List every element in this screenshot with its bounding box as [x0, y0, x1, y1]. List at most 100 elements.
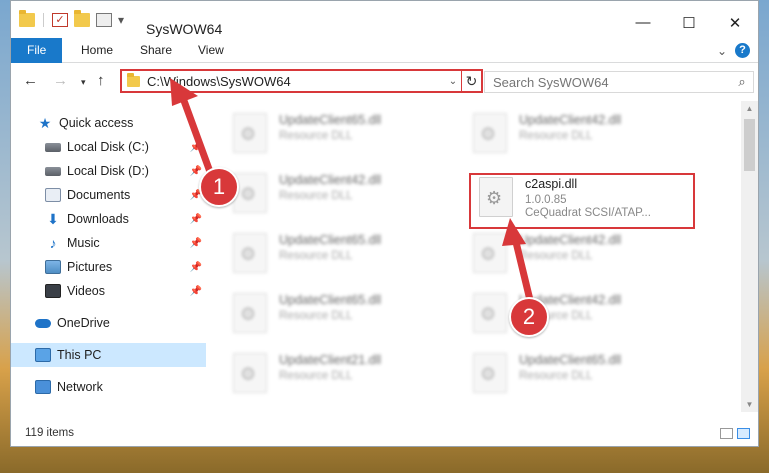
- pin-icon: 📌: [189, 285, 202, 297]
- file-item[interactable]: ⚙ UpdateClient21.dll Resource DLL: [233, 353, 453, 403]
- properties-check-icon[interactable]: ✓: [52, 13, 68, 27]
- dll-file-icon: ⚙: [233, 353, 267, 393]
- refresh-icon[interactable]: ↻: [461, 71, 481, 91]
- folder-icon[interactable]: [19, 10, 35, 27]
- file-type: Resource DLL: [279, 370, 353, 382]
- file-highlight-box: [469, 173, 695, 229]
- tab-share[interactable]: Share: [126, 38, 186, 63]
- file-item[interactable]: ⚙ UpdateClient65.dll Resource DLL: [473, 353, 693, 403]
- address-bar[interactable]: C:\Windows\SysWOW64 ⌄ ↻: [120, 69, 483, 93]
- dll-file-icon: ⚙: [233, 233, 267, 273]
- large-icons-view-icon[interactable]: [737, 428, 750, 439]
- search-box[interactable]: ⌕: [484, 71, 754, 93]
- file-item[interactable]: ⚙ UpdateClient42.dll Resource DLL: [473, 293, 693, 343]
- explorer-window: ✓ ▾ SysWOW64 — ☐ ✕ File Home Share View …: [10, 0, 759, 447]
- sidebar-item-label: Videos: [67, 284, 105, 298]
- sidebar-item-music[interactable]: ♪ Music 📌: [11, 231, 206, 255]
- close-button[interactable]: ✕: [712, 14, 758, 32]
- gear-icon: ⚙: [480, 244, 497, 264]
- expand-ribbon-chevron-icon[interactable]: ⌄: [717, 44, 727, 58]
- gear-icon: ⚙: [240, 244, 257, 264]
- sidebar-item-pictures[interactable]: Pictures 📌: [11, 255, 206, 279]
- file-name: UpdateClient42.dll: [519, 233, 622, 247]
- pictures-icon: [45, 260, 61, 274]
- sidebar-item-onedrive[interactable]: OneDrive: [11, 311, 206, 335]
- sidebar-item-videos[interactable]: Videos 📌: [11, 279, 206, 303]
- callout-step-1: 1: [199, 167, 239, 207]
- sidebar-item-documents[interactable]: Documents 📌: [11, 183, 206, 207]
- view-switcher: [720, 428, 750, 439]
- forward-arrow-icon[interactable]: →: [53, 72, 68, 89]
- new-folder-icon[interactable]: [74, 10, 90, 27]
- file-type: Resource DLL: [279, 190, 353, 202]
- sidebar-item-local-disk-c[interactable]: Local Disk (C:) 📌: [11, 135, 206, 159]
- sidebar-item-network[interactable]: Network: [11, 375, 206, 399]
- sidebar-item-label: This PC: [57, 348, 102, 362]
- search-icon: ⌕: [738, 74, 746, 89]
- file-type: Resource DLL: [519, 370, 593, 382]
- scroll-up-arrow-icon[interactable]: ▲: [741, 104, 758, 113]
- sidebar-item-label: Documents: [67, 188, 131, 202]
- file-name: UpdateClient65.dll: [279, 113, 382, 127]
- address-dropdown-chevron-icon[interactable]: ⌄: [445, 76, 461, 87]
- quick-access-toolbar: ✓ ▾: [19, 10, 124, 27]
- network-icon: [35, 380, 51, 394]
- sidebar-item-quick-access[interactable]: ★ Quick access: [11, 111, 206, 135]
- sidebar-item-local-disk-d[interactable]: Local Disk (D:) 📌: [11, 159, 206, 183]
- customize-toolbar-chevron-icon[interactable]: ▾: [118, 13, 124, 27]
- back-arrow-icon[interactable]: ←: [23, 72, 38, 89]
- videos-icon: [45, 284, 61, 298]
- file-item[interactable]: ⚙ UpdateClient42.dll Resource DLL: [473, 233, 693, 283]
- status-bar: 119 items: [11, 423, 758, 445]
- scroll-down-arrow-icon[interactable]: ▼: [741, 400, 758, 409]
- details-view-icon[interactable]: [720, 428, 733, 439]
- up-arrow-icon[interactable]: ↑: [97, 72, 105, 89]
- onedrive-icon: [35, 318, 51, 328]
- sidebar-item-this-pc[interactable]: This PC: [11, 343, 206, 367]
- file-name: UpdateClient65.dll: [519, 353, 622, 367]
- gear-icon: ⚙: [240, 304, 257, 324]
- address-folder-icon: [127, 72, 140, 87]
- scrollbar-thumb[interactable]: [744, 119, 755, 171]
- dll-file-icon: ⚙: [473, 113, 507, 153]
- recent-locations-chevron-icon[interactable]: ▾: [81, 77, 86, 88]
- disk-icon: [45, 166, 61, 176]
- pin-icon: 📌: [189, 237, 202, 249]
- address-path[interactable]: C:\Windows\SysWOW64: [147, 74, 445, 89]
- gear-icon: ⚙: [240, 364, 257, 384]
- dll-file-icon: ⚙: [473, 293, 507, 333]
- file-item[interactable]: ⚙ UpdateClient65.dll Resource DLL: [233, 233, 453, 283]
- toolbar-divider: [43, 13, 44, 27]
- tab-view[interactable]: View: [184, 38, 238, 63]
- sidebar-item-downloads[interactable]: ⬇ Downloads 📌: [11, 207, 206, 231]
- file-item[interactable]: ⚙ UpdateClient42.dll Resource DLL: [473, 113, 693, 163]
- vertical-scrollbar[interactable]: ▲ ▼: [741, 101, 758, 412]
- file-name: UpdateClient65.dll: [279, 293, 382, 307]
- music-icon: ♪: [49, 235, 57, 251]
- documents-icon: [45, 188, 61, 202]
- help-icon[interactable]: ?: [735, 43, 750, 58]
- maximize-button[interactable]: ☐: [666, 14, 712, 32]
- sidebar-item-label: Network: [57, 380, 103, 394]
- gear-icon: ⚙: [480, 304, 497, 324]
- tab-home[interactable]: Home: [67, 38, 127, 63]
- sidebar-item-label: Quick access: [59, 116, 134, 130]
- properties-icon[interactable]: [96, 13, 112, 27]
- file-item[interactable]: ⚙ UpdateClient42.dll Resource DLL: [233, 173, 453, 223]
- file-type: Resource DLL: [279, 310, 353, 322]
- dll-file-icon: ⚙: [233, 173, 267, 213]
- file-list: ⚙ UpdateClient65.dll Resource DLL ⚙ Updat…: [211, 101, 731, 412]
- file-type: Resource DLL: [279, 250, 353, 262]
- navigation-bar: ← → ▾ ↑ C:\Windows\SysWOW64 ⌄ ↻ ⌕: [11, 63, 758, 100]
- gear-icon: ⚙: [480, 124, 497, 144]
- item-count: 119 items: [25, 427, 75, 439]
- file-item[interactable]: ⚙ UpdateClient65.dll Resource DLL: [233, 113, 453, 163]
- tab-file[interactable]: File: [11, 38, 63, 63]
- minimize-button[interactable]: —: [620, 14, 666, 32]
- file-item[interactable]: ⚙ UpdateClient65.dll Resource DLL: [233, 293, 453, 343]
- file-name: UpdateClient65.dll: [279, 233, 382, 247]
- sidebar-item-label: Music: [67, 236, 100, 250]
- search-input[interactable]: [493, 74, 731, 90]
- window-controls: — ☐ ✕: [620, 14, 758, 32]
- file-type: Resource DLL: [519, 250, 593, 262]
